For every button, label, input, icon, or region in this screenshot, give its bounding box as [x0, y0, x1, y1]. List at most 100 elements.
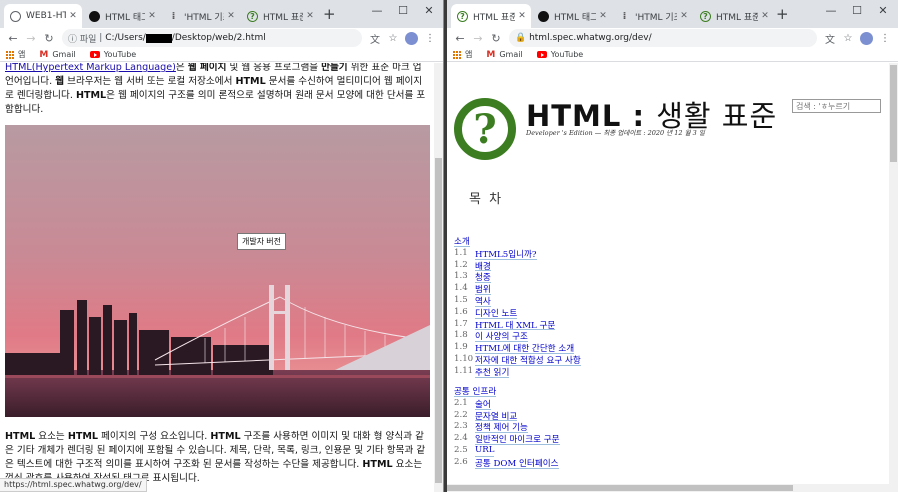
tab-html-standard[interactable]: ? HTML 표준 ✕: [241, 4, 319, 28]
tab-label: HTML 태그와: [554, 12, 596, 23]
minimize-button[interactable]: —: [820, 4, 842, 17]
close-icon[interactable]: ✕: [305, 11, 315, 21]
dots-icon: ⁞: [171, 10, 176, 22]
toc-link[interactable]: 술어: [475, 398, 491, 410]
circle-icon: [89, 10, 100, 22]
html-wiki-link[interactable]: HTML(Hypertext Markup Language): [5, 63, 176, 73]
tab-html-standard[interactable]: ? HTML 표준 ✕: [451, 4, 531, 28]
youtube-icon: [89, 51, 100, 58]
toc-link[interactable]: 범위: [475, 283, 491, 295]
vertical-scrollbar[interactable]: [889, 63, 898, 492]
toc-section-link[interactable]: 소개: [454, 235, 470, 247]
menu-icon[interactable]: ⋮: [876, 33, 894, 44]
new-tab-button[interactable]: +: [776, 6, 789, 22]
toc-link[interactable]: HTML5입니까?: [475, 248, 537, 260]
tab-label: HTML 태그와: [105, 12, 145, 23]
toc-link[interactable]: 일반적인 마이크로 구문: [475, 433, 560, 445]
toc-link[interactable]: 청중: [475, 271, 491, 283]
whatwg-logo[interactable]: ?: [454, 98, 516, 160]
forward-button[interactable]: →: [22, 32, 40, 45]
close-window-button[interactable]: ✕: [872, 4, 894, 17]
minimize-button[interactable]: —: [366, 4, 388, 17]
whatwg-icon: ?: [247, 10, 258, 22]
translate-icon[interactable]: 文: [366, 31, 384, 46]
tab-html-standard-2[interactable]: ? HTML 표준 ✕: [694, 4, 774, 28]
toc-item: 2.2 문자열 비교: [454, 409, 518, 422]
bookmark-gmail[interactable]: M Gmail: [39, 50, 75, 60]
new-tab-button[interactable]: +: [323, 6, 336, 22]
toc-link[interactable]: 문자열 비교: [475, 410, 518, 422]
toc-link[interactable]: URL: [475, 445, 495, 457]
maximize-button[interactable]: ☐: [392, 4, 414, 17]
avatar[interactable]: [405, 31, 418, 45]
toc-link[interactable]: 저자에 대한 적합성 요구 사항: [475, 354, 581, 366]
toc-link[interactable]: 이 사양의 구조: [475, 330, 528, 342]
close-window-button[interactable]: ✕: [418, 4, 440, 17]
back-button[interactable]: ←: [4, 32, 22, 45]
translate-icon[interactable]: 文: [821, 31, 839, 46]
toc-heading: 목 차: [469, 192, 504, 207]
bookmark-apps[interactable]: 앱: [453, 49, 472, 60]
vertical-scrollbar[interactable]: [434, 63, 443, 492]
scrollbar-thumb[interactable]: [890, 65, 897, 162]
star-icon[interactable]: ☆: [384, 33, 402, 44]
close-icon[interactable]: ✕: [147, 11, 157, 21]
url-text: html.spec.whatwg.org/dev/: [529, 33, 652, 43]
menu-icon[interactable]: ⋮: [421, 33, 439, 44]
toc-link[interactable]: HTML에 대한 간단한 소개: [475, 342, 575, 354]
toc-link[interactable]: 배경: [475, 260, 491, 272]
toc-link[interactable]: 디자인 노트: [475, 307, 518, 319]
close-icon[interactable]: ✕: [68, 11, 78, 21]
toc-link[interactable]: 추천 읽기: [475, 366, 510, 378]
star-icon[interactable]: ☆: [839, 33, 857, 44]
redacted-username: [145, 33, 172, 43]
whatwg-icon: ?: [700, 10, 711, 22]
toc-item: 1.11 추천 읽기: [454, 365, 510, 378]
tab-html-basics[interactable]: ⁞ 'HTML 기초' ✕: [162, 4, 240, 28]
search-input[interactable]: [792, 99, 881, 113]
toc-link[interactable]: HTML 대 XML 구문: [475, 319, 556, 331]
toc-item: 1.1 HTML5입니까?: [454, 247, 537, 260]
scrollbar-thumb[interactable]: [447, 485, 793, 491]
tab-html-basics[interactable]: ⁞ 'HTML 기초' ✕: [613, 4, 693, 28]
tab-web1-html[interactable]: WEB1-HTML ✕: [4, 4, 82, 28]
scheme-label: 파일: [79, 34, 97, 45]
bookmark-youtube[interactable]: YouTube: [536, 50, 583, 59]
tab-label: HTML 표준: [716, 12, 758, 23]
toc-link[interactable]: 정책 제어 기능: [475, 421, 528, 433]
horizontal-scrollbar[interactable]: [447, 484, 889, 492]
close-icon[interactable]: ✕: [598, 11, 608, 21]
tab-html-tags[interactable]: HTML 태그와 ✕: [532, 4, 612, 28]
toc-link[interactable]: 역사: [475, 295, 491, 307]
bridge-illustration: [5, 125, 430, 417]
avatar[interactable]: [860, 31, 873, 45]
tab-label: HTML 표준: [263, 12, 303, 23]
close-icon[interactable]: ✕: [517, 11, 527, 21]
dev-version-button[interactable]: 개발자 버전: [237, 233, 287, 250]
close-icon[interactable]: ✕: [760, 11, 770, 21]
forward-button[interactable]: →: [469, 32, 487, 45]
bookmark-apps[interactable]: 앱: [6, 49, 25, 60]
browser-toolbar: ← → ↻ 🔒 html.spec.whatwg.org/dev/ 文 ☆ ⋮: [447, 28, 898, 48]
back-button[interactable]: ←: [451, 32, 469, 45]
reload-button[interactable]: ↻: [487, 32, 505, 45]
toc-item: 1.8 이 사양의 구조: [454, 330, 528, 343]
toc-item: 2.4 일반적인 마이크로 구문: [454, 433, 560, 446]
close-icon[interactable]: ✕: [226, 11, 236, 21]
scrollbar-thumb[interactable]: [435, 158, 442, 483]
toc-section-link[interactable]: 공통 인프라: [454, 385, 497, 397]
url-path-end: /Desktop/web/2.html: [171, 33, 266, 43]
address-bar[interactable]: 🔒 html.spec.whatwg.org/dev/: [509, 29, 817, 47]
reload-button[interactable]: ↻: [40, 32, 58, 45]
maximize-button[interactable]: ☐: [846, 4, 868, 17]
address-bar[interactable]: ⓘ 파일 | C:/Users/ /Desktop/web/2.html: [62, 29, 362, 47]
bookmarks-bar: 앱 M Gmail YouTube: [0, 48, 443, 62]
toc-link[interactable]: 공통 DOM 인터페이스: [475, 457, 559, 469]
toc-item: 1.3 청중: [454, 271, 491, 284]
bookmark-gmail[interactable]: M Gmail: [486, 50, 522, 60]
intro-paragraph: HTML(Hypertext Markup Language)은 웹 페이지 및…: [5, 63, 426, 115]
bookmark-youtube[interactable]: YouTube: [89, 50, 136, 59]
close-icon[interactable]: ✕: [679, 11, 689, 21]
tab-html-tags[interactable]: HTML 태그와 ✕: [83, 4, 161, 28]
url-path-start: C:/Users/: [105, 33, 146, 43]
